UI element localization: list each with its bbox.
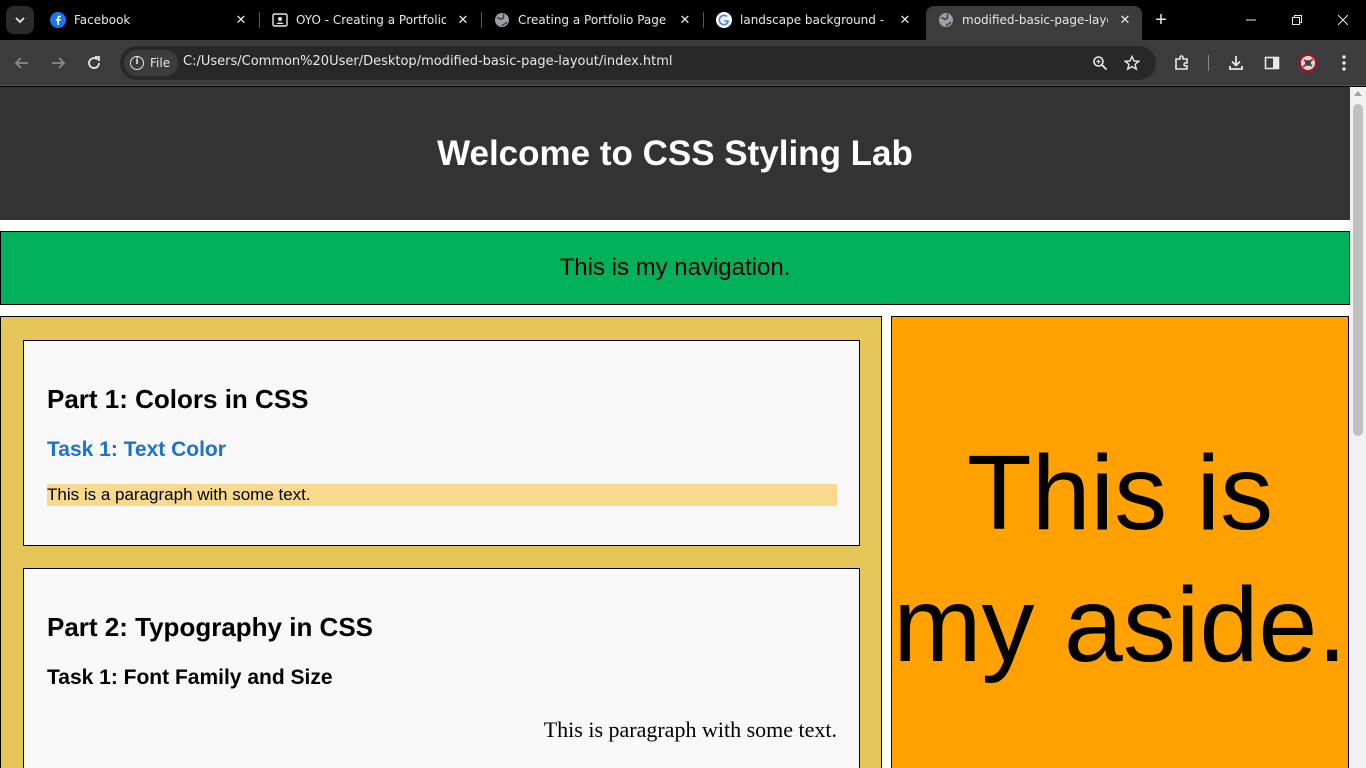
new-tab-button[interactable]: + (1150, 9, 1172, 31)
close-icon[interactable]: ✕ (454, 11, 472, 29)
side-panel-icon (1264, 56, 1280, 70)
tab-title: landscape background - Goo (740, 13, 888, 27)
profile-button[interactable] (1294, 49, 1322, 77)
page-aside: This is my aside. (891, 316, 1349, 768)
tab-strip: Facebook ✕ OYO - Creating a Portfolio Pa… (0, 0, 1366, 40)
back-button[interactable] (8, 49, 36, 77)
section-typography: Part 2: Typography in CSS Task 1: Font F… (23, 568, 860, 768)
tab-title: Facebook (74, 13, 131, 27)
close-icon[interactable]: ✕ (232, 11, 250, 29)
close-icon[interactable]: ✕ (1116, 11, 1134, 29)
forward-arrow-icon (52, 57, 66, 69)
aside-text: This is my aside. (893, 434, 1347, 684)
close-window-button[interactable] (1320, 0, 1366, 40)
tab-title: OYO - Creating a Portfolio Pa (296, 13, 446, 27)
restore-button[interactable] (1274, 0, 1320, 40)
avatar (1298, 53, 1318, 73)
minimize-icon (1246, 19, 1256, 21)
star-icon (1124, 55, 1140, 71)
tab-facebook[interactable]: Facebook ✕ (38, 6, 258, 34)
zoom-button[interactable] (1086, 49, 1114, 77)
forward-button[interactable] (44, 49, 72, 77)
back-arrow-icon (14, 57, 28, 69)
tab-oyo[interactable]: OYO - Creating a Portfolio Pa ✕ (260, 6, 480, 34)
tab-search-button[interactable] (6, 6, 34, 34)
page-header: Welcome to CSS Styling Lab (0, 87, 1350, 220)
downloads-button[interactable] (1222, 49, 1250, 77)
page-viewport: Welcome to CSS Styling Lab This is my na… (0, 87, 1350, 768)
url-text[interactable]: C:/Users/Common%20User/Desktop/modified-… (183, 54, 673, 69)
section-heading: Part 2: Typography in CSS (47, 612, 374, 642)
extensions-button[interactable] (1168, 49, 1196, 77)
tab-google-search[interactable]: landscape background - Goo ✕ (704, 6, 922, 34)
google-icon (716, 12, 732, 28)
tab-modified-basic-page-layout[interactable]: modified-basic-page-layout ✕ (926, 6, 1142, 40)
address-bar[interactable]: i File C:/Users/Common%20User/Desktop/mo… (120, 46, 1156, 80)
site-info-chip[interactable]: i File (124, 50, 179, 76)
highlighted-paragraph: This is a paragraph with some text. (47, 484, 837, 506)
site-info-label: File (150, 56, 171, 70)
serif-paragraph: This is paragraph with some text. (543, 717, 837, 742)
classroom-icon (272, 12, 288, 28)
bookmark-button[interactable] (1118, 49, 1146, 77)
facebook-icon (50, 12, 66, 28)
download-icon (1229, 56, 1243, 70)
tab-title: Creating a Portfolio Page (518, 13, 667, 27)
minimize-button[interactable] (1228, 0, 1274, 40)
tab-title: modified-basic-page-layout (962, 13, 1108, 27)
scrollbar-thumb[interactable] (1353, 104, 1363, 436)
zoom-icon (1093, 56, 1108, 71)
navigation-text: This is my navigation. (559, 254, 791, 281)
side-panel-button[interactable] (1258, 49, 1286, 77)
puzzle-icon (1175, 55, 1188, 70)
close-icon[interactable]: ✕ (676, 11, 694, 29)
restore-icon (1292, 15, 1302, 25)
close-icon[interactable]: ✕ (896, 11, 914, 29)
reload-icon (88, 56, 100, 69)
chevron-down-icon (15, 17, 25, 24)
main-content: Part 1: Colors in CSS Task 1: Text Color… (0, 316, 882, 768)
task-heading: Task 1: Text Color (47, 438, 226, 461)
browser-toolbar: i File C:/Users/Common%20User/Desktop/mo… (0, 40, 1366, 86)
menu-button[interactable] (1330, 49, 1358, 77)
page-title: Welcome to CSS Styling Lab (437, 133, 913, 173)
close-icon (1338, 15, 1348, 25)
toolbar-divider (1208, 55, 1209, 71)
section-heading: Part 1: Colors in CSS (47, 384, 309, 414)
page-navigation: This is my navigation. (0, 231, 1350, 305)
vertical-scrollbar[interactable] (1350, 87, 1366, 768)
globe-icon (494, 12, 510, 28)
scroll-up-arrow-icon[interactable] (1354, 91, 1362, 96)
globe-icon (938, 12, 954, 28)
task-heading: Task 1: Font Family and Size (47, 666, 333, 689)
info-icon: i (130, 56, 144, 70)
more-vert-icon (1342, 55, 1346, 71)
reload-button[interactable] (80, 49, 108, 77)
section-colors: Part 1: Colors in CSS Task 1: Text Color… (23, 340, 860, 546)
tab-portfolio-page[interactable]: Creating a Portfolio Page ✕ (482, 6, 702, 34)
